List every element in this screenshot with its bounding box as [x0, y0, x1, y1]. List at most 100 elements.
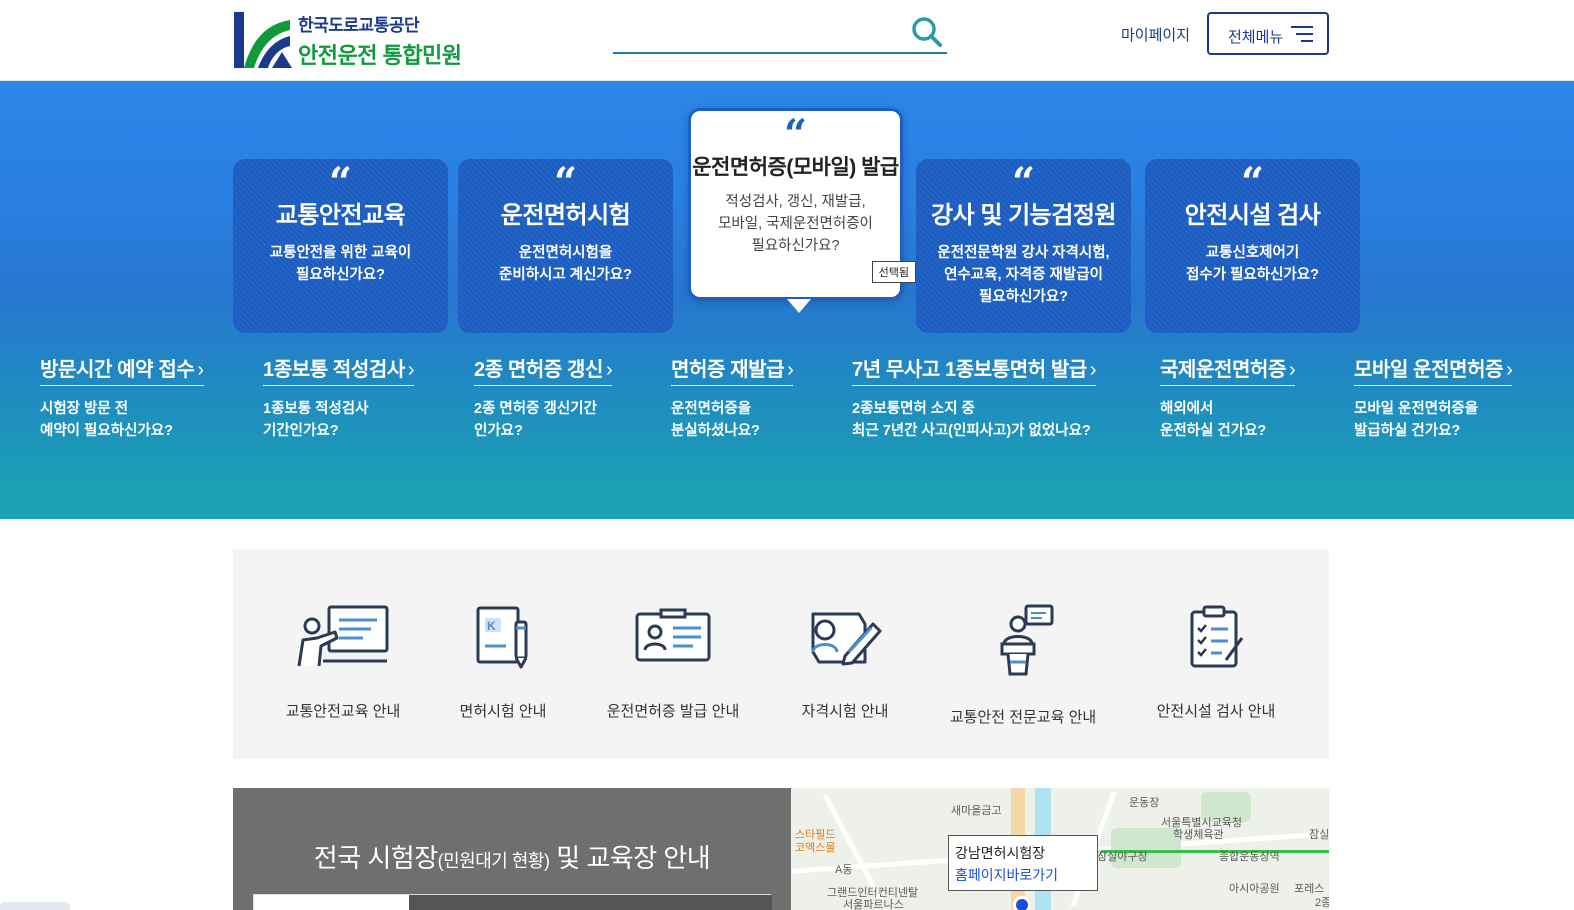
- map-label: 코엑스몰: [795, 842, 836, 854]
- chevron-right-icon: ›: [407, 359, 415, 381]
- card-desc: 필요하신가요?: [296, 267, 385, 283]
- card-desc: 준비하시고 계신가요?: [499, 267, 632, 283]
- quick-link-title: 2종 면허증 갱신: [474, 359, 604, 381]
- quick-link-desc: 1종보통 적성검사: [263, 401, 369, 417]
- quick-link-seven-year-accident-free[interactable]: 7년 무사고 1종보통면허 발급 › 2종보통면허 소지 중 최근 7년간 사고(인…: [852, 353, 1097, 442]
- chevron-right-icon: ›: [197, 359, 204, 381]
- quick-link-desc: 최근 7년간 사고(인피사고)가 없었나요?: [852, 423, 1091, 439]
- chevron-right-icon: ›: [606, 359, 613, 381]
- map-label: 운동장: [1129, 797, 1160, 809]
- all-menu-label: 전체메뉴: [1228, 29, 1284, 46]
- quick-link-desc: 분실하셨나요?: [671, 423, 760, 439]
- quick-link-desc: 예약이 필요하신가요?: [40, 423, 173, 439]
- card-instructor-examiner[interactable]: “ 강사 및 기능검정원 운전전문학원 강사 자격시험, 연수교육, 자격증 재…: [916, 159, 1131, 333]
- map-label: 종합운동장역: [1219, 851, 1280, 863]
- search-input[interactable]: [613, 14, 903, 50]
- service-traffic-education-guide[interactable]: 교통안전교육 안내: [283, 604, 403, 721]
- service-professional-education-guide[interactable]: 교통안전 전문교육 안내: [945, 604, 1101, 727]
- card-desc: 적성검사, 갱신, 재발급,: [725, 194, 866, 210]
- all-menu-button[interactable]: 전체메뉴: [1207, 12, 1329, 55]
- service-facility-inspection-guide[interactable]: 안전시설 검사 안내: [1151, 604, 1281, 721]
- quick-link-desc: 2종보통면허 소지 중: [852, 401, 975, 417]
- quote-icon: “: [783, 111, 807, 158]
- quick-link-license-renewal[interactable]: 2종 면허증 갱신 › 2종 면허증 갱신기간 인가요?: [474, 353, 613, 442]
- title-part: 및 교육장 안내: [556, 843, 711, 873]
- exam-book-icon: K: [476, 606, 528, 669]
- quick-link-desc: 모바일 운전면허증을: [1354, 401, 1479, 417]
- card-desc: 필요하신가요?: [751, 238, 840, 254]
- title-part-small: (민원대기 현황): [437, 851, 550, 871]
- site-header: 한국도로교통공단 안전운전 통합민원 마이페이지 전체메뉴: [0, 0, 1574, 81]
- quick-link-title: 모바일 운전면허증: [1354, 359, 1504, 381]
- exam-center-selector[interactable]: [253, 894, 772, 910]
- map-label: 서울파르나스: [843, 899, 904, 910]
- card-desc: 모바일, 국제운전면허증이: [718, 216, 873, 232]
- qualification-icon: [811, 612, 882, 666]
- service-label: 면허시험 안내: [459, 703, 547, 720]
- card-desc: 운전전문학원 강사 자격시험,: [937, 245, 1110, 261]
- checklist-icon: [1190, 605, 1244, 668]
- quick-link-desc: 운전하실 건가요?: [1160, 423, 1267, 439]
- floating-tab[interactable]: [0, 902, 70, 910]
- quick-link-international-license[interactable]: 국제운전면허증 › 해외에서운전하실 건가요?: [1160, 353, 1296, 442]
- map-popup: 강남면허시험장 홈페이지바로가기: [948, 835, 1098, 891]
- quote-icon: “: [1240, 159, 1264, 206]
- service-license-exam-guide[interactable]: K 면허시험 안내: [443, 604, 563, 721]
- service-label: 운전면허증 발급 안내: [606, 703, 740, 720]
- quick-link-desc: 운전면허증을: [671, 401, 752, 417]
- quick-link-title: 1종보통 적성검사: [263, 359, 405, 381]
- search-icon[interactable]: [909, 14, 945, 50]
- map-label: 새마을금고: [951, 805, 1002, 817]
- quick-link-desc: 발급하실 건가요?: [1354, 423, 1461, 439]
- quick-link-desc: 인가요?: [474, 423, 523, 439]
- card-traffic-safety-education[interactable]: “ 교통안전교육 교통안전을 위한 교육이 필요하신가요?: [233, 159, 448, 333]
- card-desc: 교통신호제어기: [1205, 245, 1300, 261]
- card-title: 운전면허시험: [500, 202, 631, 229]
- selected-badge: 선택됨: [871, 261, 916, 283]
- card-license-issue-selected[interactable]: “ 운전면허증(모바일) 발급 적성검사, 갱신, 재발급, 모바일, 국제운전…: [688, 108, 916, 313]
- card-title: 안전시설 검사: [1184, 202, 1321, 229]
- mypage-link[interactable]: 마이페이지: [1121, 24, 1190, 45]
- quick-link-title: 국제운전면허증: [1160, 359, 1286, 381]
- card-desc: 교통안전을 위한 교육이: [269, 245, 412, 261]
- card-safety-facility-inspection[interactable]: “ 안전시설 검사 교통신호제어기접수가 필요하신가요?: [1145, 159, 1360, 333]
- quick-link-reissue[interactable]: 면허증 재발급 › 운전면허증을 분실하셨나요?: [671, 353, 794, 442]
- quote-icon: “: [1011, 159, 1035, 206]
- quick-link-desc: 기간인가요?: [263, 423, 339, 439]
- map-view[interactable]: 새마을금고 스타필드 코엑스몰 A동 그랜드인터컨티넨탈 서울파르나스 잠실야구…: [791, 788, 1329, 910]
- quick-link-aptitude-test[interactable]: 1종보통 적성검사 › 1종보통 적성검사 기간인가요?: [263, 353, 415, 442]
- map-popup-homepage-link[interactable]: 홈페이지바로가기: [955, 867, 1058, 883]
- hero-section: “ 교통안전교육 교통안전을 위한 교육이 필요하신가요? “ 운전면허시험 운전…: [0, 81, 1574, 519]
- chevron-right-icon: ›: [787, 359, 794, 381]
- map-label: 2종: [1315, 897, 1329, 909]
- title-part: 전국 시험장: [313, 843, 438, 873]
- quick-link-desc: 시험장 방문 전: [40, 401, 129, 417]
- lecture-icon: [297, 605, 389, 667]
- card-desc: 접수가 필요하신가요?: [1186, 267, 1319, 283]
- service-name: 안전운전 통합민원: [298, 42, 462, 68]
- service-label: 자격시험 안내: [801, 703, 889, 720]
- quick-link-desc: 해외에서: [1160, 401, 1214, 417]
- quote-icon: “: [328, 159, 352, 206]
- license-card-icon: [635, 608, 711, 662]
- service-license-issue-guide[interactable]: 운전면허증 발급 안내: [603, 604, 743, 721]
- service-qualification-exam-guide[interactable]: 자격시험 안내: [785, 604, 905, 721]
- chevron-right-icon: ›: [1289, 359, 1296, 381]
- speech-tail: [787, 299, 811, 313]
- card-license-exam[interactable]: “ 운전면허시험 운전면허시험을준비하시고 계신가요?: [458, 159, 673, 333]
- service-guide-panel: 교통안전교육 안내 K 면허시험 안내 운전면허증 발급 안내 자격시험 안내 …: [233, 549, 1329, 759]
- search-bar: [613, 14, 947, 54]
- map-pin-icon[interactable]: [1013, 896, 1031, 910]
- card-desc: 운전면허시험을: [518, 245, 613, 261]
- selector-right-tab[interactable]: [409, 895, 772, 910]
- card-title: 운전면허증(모바일) 발급: [692, 156, 899, 179]
- quick-link-title: 방문시간 예약 접수: [40, 359, 195, 381]
- service-label: 교통안전교육 안내: [285, 703, 401, 720]
- quick-link-visit-reservation[interactable]: 방문시간 예약 접수 › 시험장 방문 전예약이 필요하신가요?: [40, 353, 204, 442]
- koroad-logo-mark: [234, 12, 292, 68]
- quote-icon: “: [553, 159, 577, 206]
- quick-link-mobile-license[interactable]: 모바일 운전면허증 › 모바일 운전면허증을 발급하실 건가요?: [1354, 353, 1513, 442]
- site-logo[interactable]: 한국도로교통공단 안전운전 통합민원: [234, 12, 484, 68]
- map-label: 학생체육관: [1173, 829, 1224, 841]
- speaker-icon: [1000, 604, 1054, 676]
